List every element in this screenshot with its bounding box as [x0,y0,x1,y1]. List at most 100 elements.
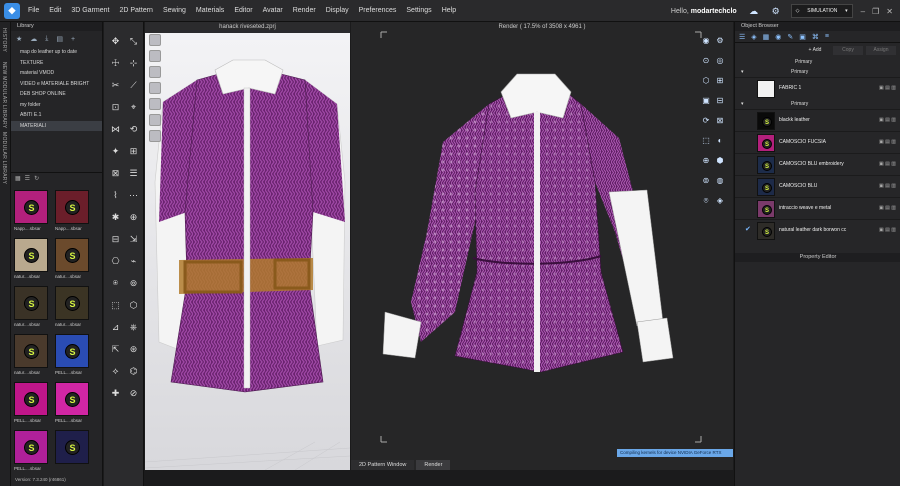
tab-history[interactable]: HISTORY [1,28,7,52]
tool-icon[interactable]: ⍟ [110,278,121,289]
material-thumbnail[interactable]: S PELL....sbsar [14,382,48,428]
tool-icon[interactable]: ⊠ [110,168,121,179]
tool-icon[interactable]: ⎈ [128,322,139,333]
graphic-icon[interactable]: ▣ [799,33,806,41]
grid-view-icon[interactable]: ▦ [15,175,21,182]
menu-materials[interactable]: Materials [196,7,224,14]
trim-icon[interactable]: ⌘ [812,33,819,41]
library-tree-item[interactable]: ABITI E.1 [11,110,102,121]
tab-2d-pattern-window[interactable]: 2D Pattern Window [351,460,415,470]
render-tool-icon[interactable]: ⊚ [700,176,712,187]
library-tree-item[interactable]: TEXTURE [11,58,102,69]
tool-icon[interactable]: ✚ [110,388,121,399]
render-tool-icon[interactable]: ◍ [714,176,726,187]
material-thumbnail[interactable]: Snatur....sbsar [14,286,48,332]
fabric-row[interactable]: Sblackk leather ▣ ▤ ▥ [735,109,900,131]
fabric-actions-icon[interactable]: ▣ ▤ ▥ [879,117,896,123]
scene-icon[interactable]: ◈ [751,33,756,41]
lighting-icon[interactable] [149,130,161,142]
fabric-actions-icon[interactable]: ▣ ▤ ▥ [879,85,896,91]
fabric-icon[interactable]: ▦ [763,33,770,41]
gear-icon[interactable]: ⚙ [769,4,783,18]
fabric-actions-icon[interactable]: ▣ ▤ ▥ [879,205,896,211]
menu-avatar[interactable]: Avatar [263,7,283,14]
tab-render[interactable]: Render [416,460,451,470]
menu-help[interactable]: Help [442,7,456,14]
menu-display[interactable]: Display [326,7,349,14]
tool-icon[interactable]: ✂ [110,80,121,91]
fabric-actions-icon[interactable]: ▣ ▤ ▥ [879,227,896,233]
tool-icon[interactable]: ⎔ [110,256,121,267]
render-viewport[interactable] [351,22,733,470]
tool-icon[interactable]: ⇲ [128,234,139,245]
user-name[interactable]: modartechclo [691,8,737,15]
add-button[interactable]: + Add [800,46,830,55]
menu-render[interactable]: Render [293,7,316,14]
tool-icon[interactable]: ⊕ [128,212,139,223]
display-mode-icon[interactable] [149,34,161,46]
cloud-upload-icon[interactable]: ☁ [747,4,761,18]
library-tree-item[interactable]: VIDEO e MATERIALE BRIGHT [11,79,102,90]
fabric-row[interactable]: FABRIC 1 ▣ ▤ ▥ [735,77,900,99]
render-tool-icon[interactable]: ▣ [700,96,712,107]
primary-group-row[interactable]: ▾ Primary [735,67,900,77]
primary-group-row-2[interactable]: ▾ Primary [735,99,900,109]
texture-view-icon[interactable] [149,82,161,94]
render-tool-icon[interactable]: ⊞ [714,76,726,87]
list-view-icon[interactable]: ☰ [25,175,30,182]
tool-icon[interactable]: ✱ [110,212,121,223]
material-thumbnail[interactable]: S [55,430,89,476]
menu-2d-pattern[interactable]: 2D Pattern [119,7,152,14]
fabric-row[interactable]: Sintraccio weave e metal ▣ ▤ ▥ [735,197,900,219]
render-tool-icon[interactable]: ◈ [714,196,726,207]
material-thumbnail[interactable]: S PELL....sbsar [55,382,89,428]
colorway-primary-row[interactable]: Primary [735,57,900,67]
material-thumbnail[interactable]: Snatur....sbsar [55,238,89,284]
tool-icon[interactable]: ⌖ [128,102,139,113]
tab-new-modular-library[interactable]: NEW MODULAR LIBRARY [1,62,7,128]
fabric-row[interactable]: S CAMOSCIO BLU ▣ ▤ ▥ [735,175,900,197]
render-tool-icon[interactable]: ⌾ [700,196,712,207]
fabric-row[interactable]: S CAMOSCIO BLU embroidery ▣ ▤ ▥ [735,153,900,175]
simulation-toggle[interactable]: ◇ SIMULATION ▾ [790,4,853,18]
tool-icon[interactable]: ⊿ [110,322,121,333]
tool-icon[interactable]: ⌬ [128,366,139,377]
material-thumbnail[interactable]: Snatur....sbsar [14,334,48,380]
fabric-actions-icon[interactable]: ▣ ▤ ▥ [879,139,896,145]
folder-icon[interactable]: ▤ [56,35,63,43]
tool-icon[interactable]: ⋈ [110,124,121,135]
tool-icon[interactable]: ⤡ [128,36,139,47]
library-tree-item[interactable]: DEB SHOP ONLINE [11,89,102,100]
menu-sewing[interactable]: Sewing [163,7,186,14]
tool-icon[interactable]: ⟡ [110,366,121,377]
download-icon[interactable]: ⤓ [45,35,48,43]
assign-button[interactable]: Assign [866,45,896,55]
tool-icon[interactable]: ⬚ [110,300,121,311]
tool-icon[interactable]: ⌇ [110,190,121,201]
fabric-row[interactable]: S CAMOSCIO FUCSIA ▣ ▤ ▥ [735,131,900,153]
show-garment-icon[interactable] [149,66,161,78]
tool-icon[interactable]: ⇱ [110,344,121,355]
tool-icon[interactable]: ⊚ [128,278,139,289]
tool-icon[interactable]: ⊡ [110,102,121,113]
render-tool-icon[interactable]: ⚙ [714,36,726,47]
tool-icon[interactable]: ☩ [110,58,121,69]
render-tool-icon[interactable]: ⊟ [714,96,726,107]
add-folder-icon[interactable]: + [71,36,75,43]
render-tool-icon[interactable]: ◎ [714,56,726,67]
zipper-icon[interactable]: ≡ [825,33,829,40]
show-avatar-icon[interactable] [149,50,161,62]
fabric-row[interactable]: ✔ Snatural leather dark borwon cc ▣ ▤ ▥ [735,219,900,241]
tool-icon[interactable]: ⟋ [128,80,139,91]
material-thumbnail[interactable]: S Napp....sbsar [14,190,48,236]
tool-icon[interactable]: ⊛ [128,344,139,355]
topstitch-icon[interactable]: ✎ [787,33,793,41]
material-thumbnail[interactable]: Snatur....sbsar [55,286,89,332]
tool-icon[interactable]: ⊞ [128,146,139,157]
tab-modular-library[interactable]: MODULAR LIBRARY [1,132,7,184]
3d-viewport[interactable] [145,22,350,470]
render-tool-icon[interactable]: ⟳ [700,116,712,127]
tool-icon[interactable]: ✥ [110,36,121,47]
wireframe-icon[interactable] [149,98,161,110]
library-tree-item[interactable]: map do leather up to date [11,47,102,58]
